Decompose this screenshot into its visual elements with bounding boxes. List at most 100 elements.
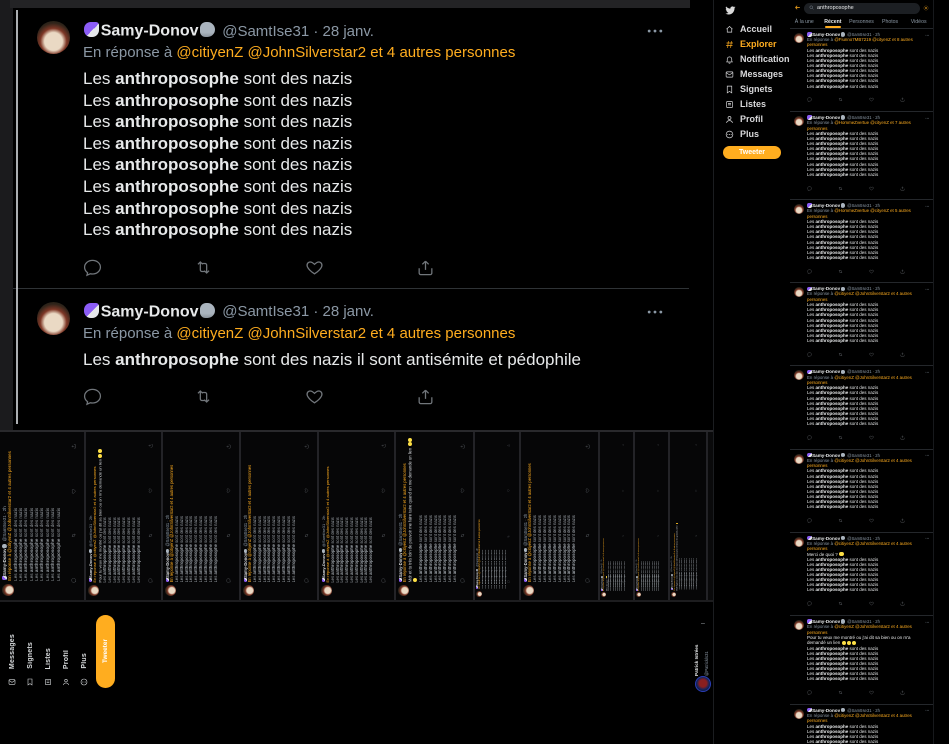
- filmstrip-frame[interactable]: Samy-Donov@SamtIse31 · 2h En réponse à @…: [0, 432, 86, 600]
- reply-icon[interactable]: [807, 595, 812, 613]
- retweet-icon[interactable]: [454, 533, 472, 538]
- tab-à-la-une[interactable]: À la une: [790, 16, 819, 28]
- retweet-icon[interactable]: [838, 179, 843, 197]
- retweet-icon[interactable]: [220, 533, 238, 538]
- display-name[interactable]: Samy-Donov: [83, 22, 216, 40]
- like-icon[interactable]: [375, 489, 393, 494]
- retweet-icon[interactable]: [500, 535, 518, 538]
- retweet-icon[interactable]: [579, 533, 597, 538]
- retweet-icon[interactable]: [838, 595, 843, 613]
- share-icon[interactable]: [687, 444, 705, 446]
- retweet-icon[interactable]: [838, 512, 843, 530]
- more-icon[interactable]: [925, 369, 930, 374]
- share-icon[interactable]: [220, 444, 238, 449]
- like-icon[interactable]: [869, 512, 874, 530]
- tweet-button[interactable]: Tweeter: [96, 615, 115, 688]
- sidebar-item-accueil[interactable]: Accueil: [715, 21, 790, 36]
- sidebar-item-notifications[interactable]: Notifications: [715, 51, 790, 66]
- like-icon[interactable]: [305, 258, 324, 277]
- reply-mentions[interactable]: @citiyenZ @JohnSilverstar2 et 4 autres p…: [176, 325, 515, 342]
- sidebar-item-plus[interactable]: Plus: [76, 613, 92, 691]
- like-icon[interactable]: [687, 489, 705, 491]
- gear-icon[interactable]: [923, 0, 929, 17]
- reply-icon[interactable]: [375, 578, 393, 583]
- share-icon[interactable]: [900, 684, 905, 702]
- reply-icon[interactable]: [807, 684, 812, 702]
- like-icon[interactable]: [579, 488, 597, 493]
- reply-icon[interactable]: [807, 179, 812, 197]
- more-icon[interactable]: [925, 619, 930, 624]
- sidebar-item-explorer[interactable]: Explorer: [715, 36, 790, 51]
- like-icon[interactable]: [305, 387, 324, 406]
- reply-icon[interactable]: [807, 512, 812, 530]
- filmstrip-frame[interactable]: Samy-Donov@SamtIse31 · 2h En réponse à @…: [600, 432, 635, 600]
- filmstrip-frame[interactable]: Samy-Donov@SamtIse31 · 2h En réponse à @…: [163, 432, 241, 600]
- tweet-card[interactable]: Samy-Donov @SamtIse31 · 2h En réponse à …: [790, 200, 933, 283]
- reply-icon[interactable]: [454, 578, 472, 583]
- retweet-icon[interactable]: [838, 262, 843, 280]
- tweet-card[interactable]: Samy-Donov @SamtIse31 · 2h En réponse à …: [790, 112, 933, 200]
- like-icon[interactable]: [298, 489, 316, 494]
- more-icon[interactable]: [925, 453, 930, 458]
- filmstrip-frame[interactable]: Samy-Donov@SamtIse31 · 2h En réponse à @…: [241, 432, 319, 600]
- reply-icon[interactable]: [83, 387, 102, 406]
- tab-vidéos[interactable]: Vidéos: [904, 16, 933, 28]
- tweet-card[interactable]: Samy-Donov @SamtIse31 · 2h En réponse à …: [790, 616, 933, 705]
- share-icon[interactable]: [142, 444, 160, 449]
- like-icon[interactable]: [869, 345, 874, 363]
- reply-icon[interactable]: [807, 262, 812, 280]
- like-icon[interactable]: [869, 595, 874, 613]
- like-icon[interactable]: [500, 489, 518, 492]
- reply-icon[interactable]: [83, 258, 102, 277]
- user-handle[interactable]: @SamtIse31 · 28 janv.: [222, 303, 374, 320]
- retweet-icon[interactable]: [838, 684, 843, 702]
- share-icon[interactable]: [416, 258, 435, 277]
- like-icon[interactable]: [454, 488, 472, 493]
- share-icon[interactable]: [298, 444, 316, 449]
- sidebar-item-profil[interactable]: Profil: [715, 111, 790, 126]
- tweet[interactable]: Samy-Donov @SamtIse31 · 28 janv. En répo…: [13, 289, 689, 416]
- reply-icon[interactable]: [220, 578, 238, 583]
- retweet-icon[interactable]: [298, 533, 316, 538]
- like-icon[interactable]: [869, 179, 874, 197]
- filmstrip-frame[interactable]: Samy-Donov@SamtIse31 · 2h En réponse à @…: [635, 432, 670, 600]
- share-icon[interactable]: [416, 387, 435, 406]
- tab-personnes[interactable]: Personnes: [847, 16, 876, 28]
- retweet-icon[interactable]: [838, 345, 843, 363]
- retweet-icon[interactable]: [838, 429, 843, 447]
- share-icon[interactable]: [900, 429, 905, 447]
- tweet-button[interactable]: Tweeter: [723, 146, 781, 159]
- share-icon[interactable]: [65, 444, 83, 449]
- share-icon[interactable]: [375, 444, 393, 449]
- tweet-card[interactable]: Samy-Donov @SamtIse31 · 2h En réponse à …: [790, 705, 933, 744]
- more-icon[interactable]: [645, 21, 665, 41]
- share-icon[interactable]: [454, 444, 472, 449]
- tab-photos[interactable]: Photos: [876, 16, 905, 28]
- retweet-icon[interactable]: [614, 535, 632, 537]
- more-icon[interactable]: [925, 203, 930, 208]
- reply-icon[interactable]: [298, 578, 316, 583]
- sidebar-item-messages[interactable]: Messages: [4, 613, 20, 691]
- reply-icon[interactable]: [500, 580, 518, 583]
- retweet-icon[interactable]: [687, 535, 705, 537]
- like-icon[interactable]: [869, 429, 874, 447]
- share-icon[interactable]: [900, 91, 905, 109]
- search-input[interactable]: anthroposophe: [804, 3, 920, 14]
- reply-icon[interactable]: [807, 91, 812, 109]
- tab-récent[interactable]: Récent: [819, 16, 848, 28]
- share-icon[interactable]: [900, 512, 905, 530]
- filmstrip-frame[interactable]: Samy-Donov@SamtIse31 · 2h En réponse à @…: [521, 432, 600, 600]
- share-icon[interactable]: [579, 444, 597, 449]
- sidebar-item-messages[interactable]: Messages: [715, 66, 790, 81]
- retweet-icon[interactable]: [65, 533, 83, 538]
- filmstrip-frame[interactable]: Samy-Donov@SamtIse31 · 2h En réponse à @…: [86, 432, 163, 600]
- share-icon[interactable]: [900, 345, 905, 363]
- retweet-icon[interactable]: [194, 258, 213, 277]
- share-icon[interactable]: [614, 444, 632, 446]
- sidebar-item-signets[interactable]: Signets: [715, 81, 790, 96]
- sidebar-item-plus[interactable]: Plus: [715, 126, 790, 141]
- twitter-bird-icon[interactable]: [715, 0, 790, 21]
- share-icon[interactable]: [649, 444, 667, 446]
- retweet-icon[interactable]: [838, 91, 843, 109]
- filmstrip-frame[interactable]: Samy-Donov@SamtIse31 · 2h En réponse à @…: [670, 432, 708, 600]
